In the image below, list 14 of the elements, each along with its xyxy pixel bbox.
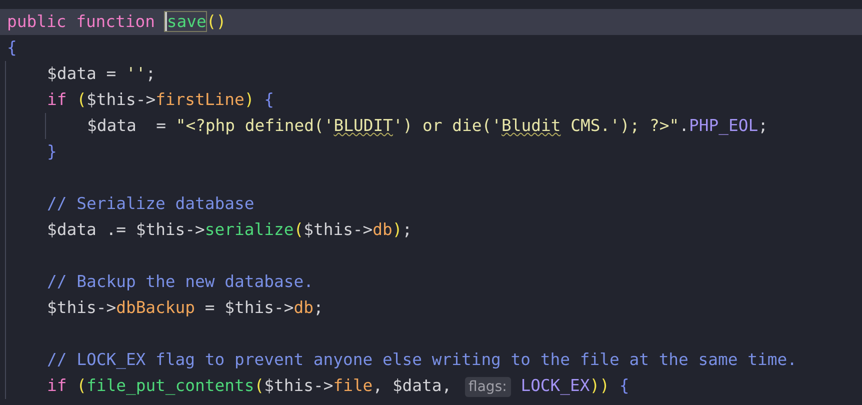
code-text: if (file_put_contents($this->file, $data, xyxy=(47,376,453,395)
code-text: // Serialize database xyxy=(47,194,254,213)
code-text: if ($this->firstLine) { xyxy=(47,90,274,109)
code-text: { xyxy=(7,38,17,57)
code-text: // LOCK_EX flag to prevent anyone else writing to the file at the same time. xyxy=(47,350,797,369)
code-text: $this->dbBackup = $this->db; xyxy=(47,298,324,317)
code-text: $data .= $this->serialize($this->db); xyxy=(47,220,412,239)
code-text: public function save() xyxy=(7,12,226,31)
code-text: // Backup the new database. xyxy=(47,272,314,291)
code-text: LOCK_EX)) { xyxy=(520,376,630,395)
code-text: $data = "<?php defined('BLUDIT') or die('Bludit CMS.'); ?>".PHP_EOL; xyxy=(87,116,768,135)
inlay-hint: flags: xyxy=(464,377,511,397)
code-text: } xyxy=(47,142,57,161)
code-text: $data = ''; xyxy=(47,64,156,83)
